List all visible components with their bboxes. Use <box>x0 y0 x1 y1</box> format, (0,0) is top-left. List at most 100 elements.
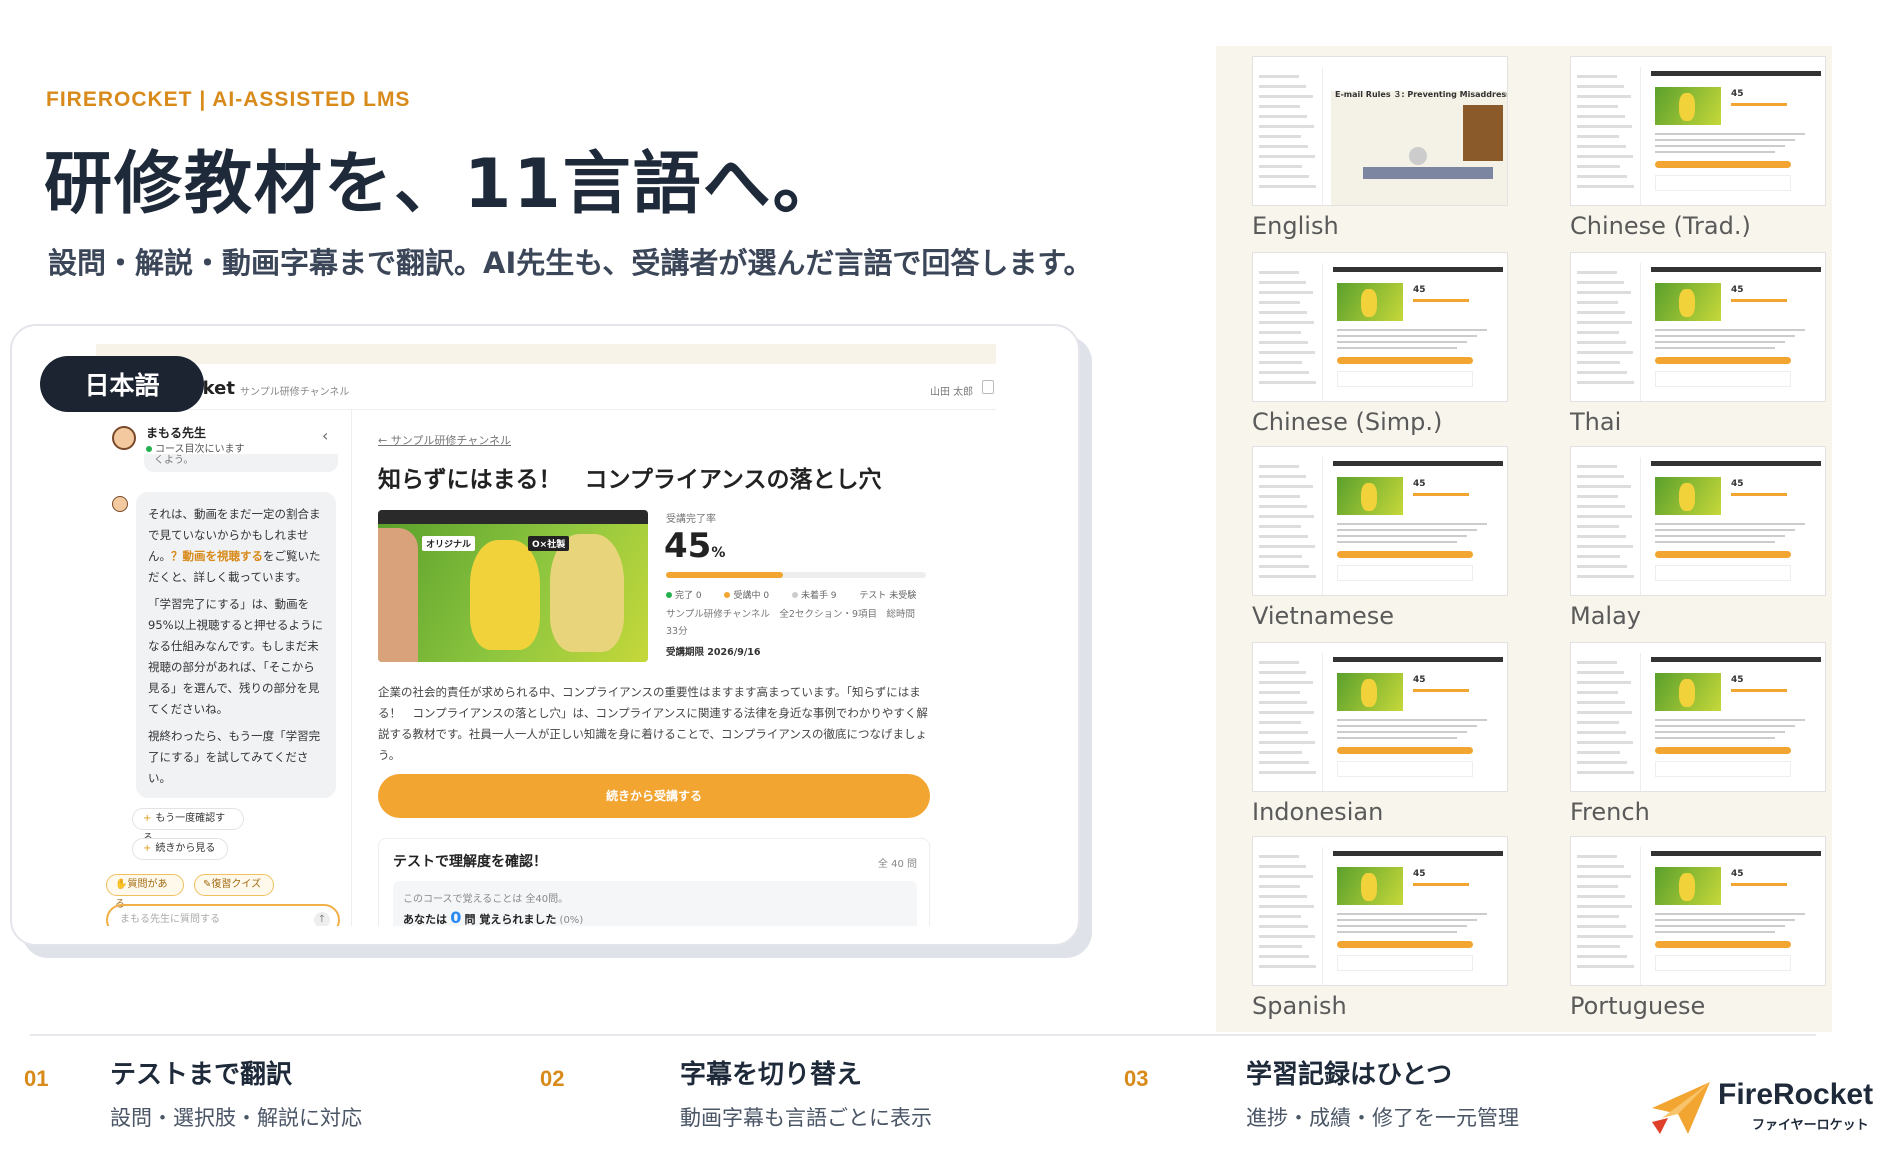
preview-line <box>1259 485 1313 488</box>
watch-video-link[interactable]: ？動画を視聴する <box>171 549 263 563</box>
language-preview[interactable]: 45 <box>1570 446 1826 596</box>
preview-line <box>1259 575 1316 578</box>
preview-progress: 45 <box>1413 285 1426 295</box>
teacher-avatar-small <box>112 496 128 512</box>
course-thumbnail[interactable]: オリジナル O×社製 <box>378 510 648 662</box>
language-preview[interactable]: 45 <box>1252 836 1508 986</box>
preview-line <box>1259 381 1316 384</box>
preview-button <box>1655 551 1791 558</box>
language-preview[interactable]: 45 <box>1570 252 1826 402</box>
preview-line <box>1577 915 1619 918</box>
test-count: 全 40 問 <box>877 859 917 870</box>
test-result: あなたは 0 問 覚えられました (0%) <box>403 909 907 927</box>
preview-line <box>1577 535 1626 538</box>
preview-thumbnail <box>1655 673 1721 711</box>
preview-line <box>1577 291 1631 294</box>
language-preview[interactable]: E-mail Rules ３: Preventing Misaddressed … <box>1252 56 1508 206</box>
preview-line <box>1577 331 1619 334</box>
preview-line <box>1577 555 1620 558</box>
preview-button <box>1337 941 1473 948</box>
firerocket-logo-icon <box>1652 1082 1710 1134</box>
language-preview[interactable]: 45 <box>1252 252 1508 402</box>
preview-text-line <box>1655 541 1775 543</box>
preview-thumbnail <box>1655 867 1721 905</box>
preview-title-line <box>1333 461 1503 466</box>
preview-line <box>1259 175 1309 178</box>
legend-label: 完了 0 <box>675 591 702 601</box>
preview-line <box>1259 331 1301 334</box>
ask-teacher-input[interactable]: まもる先生に質問する ↑ <box>106 904 340 926</box>
preview-line <box>1259 885 1300 888</box>
preview-progress-bar <box>1731 689 1787 692</box>
legend-item: 受講中 0 <box>724 591 779 601</box>
preview-title-line <box>1651 851 1821 856</box>
test-card[interactable]: テストで理解度を確認！ 全 40 問 このコースで覚えることは 全40問。 あな… <box>378 838 930 926</box>
preview-thumbnail <box>1337 673 1403 711</box>
preview-line <box>1259 701 1307 704</box>
preview-button <box>1337 747 1473 754</box>
preview-line <box>1577 485 1631 488</box>
course-title: 知らずにはまる！ コンプライアンスの落とし穴 <box>378 467 882 493</box>
preview-line <box>1577 85 1624 88</box>
feature-subtitle: 動画字幕も言語ごとに表示 <box>680 1106 932 1130</box>
progress-bar-fill <box>666 572 783 578</box>
preview-line <box>1259 351 1315 354</box>
send-icon[interactable]: ↑ <box>314 912 330 926</box>
preview-line <box>1577 945 1620 948</box>
language-preview[interactable]: 45 <box>1570 836 1826 986</box>
language-label: Spanish <box>1252 992 1347 1020</box>
top-strip <box>96 344 996 364</box>
preview-line <box>1259 85 1306 88</box>
language-preview[interactable]: 45 <box>1570 642 1826 792</box>
plus-icon: + <box>143 843 152 854</box>
thumbnail-tag: オリジナル <box>422 536 476 551</box>
preview-text-line <box>1337 913 1487 915</box>
preview-line <box>1577 865 1624 868</box>
preview-text-line <box>1337 737 1457 739</box>
preview-line <box>1259 125 1314 128</box>
menu-icon[interactable] <box>982 380 994 394</box>
language-preview[interactable]: 45 <box>1570 56 1826 206</box>
preview-text-line <box>1337 335 1477 337</box>
question-chip[interactable]: ✋質問がある <box>106 874 184 910</box>
user-name[interactable]: 山田 太郎 <box>930 383 973 398</box>
preview-button <box>1337 357 1473 364</box>
divider <box>30 1034 1816 1036</box>
course-description: 企業の社会的責任が求められる中、コンプライアンスの重要性はますます高まっています… <box>378 685 928 762</box>
preview-progress: 45 <box>1731 675 1744 685</box>
preview-line <box>1259 311 1307 314</box>
preview-line <box>1259 515 1314 518</box>
play-icon <box>1409 147 1427 165</box>
preview-progress: 45 <box>1731 89 1744 99</box>
message-paragraph: 視終わったら、もう一度「学習完了にする」を試してみてください。 <box>148 729 321 785</box>
feature-number: 02 <box>540 1066 565 1091</box>
preview-line <box>1259 555 1302 558</box>
in-progress-dot-icon <box>724 592 731 598</box>
test-result-percent: (0%) <box>559 915 584 926</box>
quiz-chip[interactable]: ✎復習クイズ <box>194 874 274 896</box>
chevron-left-icon[interactable]: ‹ <box>322 426 328 445</box>
message-paragraph: 「学習完了にする」は、動画を95%以上視聴すると押せるようになる仕組みなんです。… <box>148 597 324 716</box>
preview-text-line <box>1337 919 1477 921</box>
continue-button[interactable]: 続きから受講する <box>378 774 930 818</box>
preview-text-line <box>1337 329 1487 331</box>
preview-line <box>1259 711 1314 714</box>
preview-progress: 45 <box>1413 675 1426 685</box>
language-preview[interactable]: 45 <box>1252 642 1508 792</box>
preview-line <box>1577 751 1620 754</box>
preview-line <box>1577 721 1619 724</box>
back-link[interactable]: ← サンプル研修チャンネル <box>378 432 511 448</box>
preview-line <box>1577 701 1625 704</box>
preview-line <box>1577 115 1625 118</box>
preview-text-line <box>1655 139 1795 141</box>
preview-line <box>1259 965 1316 968</box>
quick-reply-button[interactable]: +もう一度確認する <box>132 808 244 844</box>
language-preview[interactable]: 45 <box>1252 446 1508 596</box>
channel-name[interactable]: サンプル研修チャンネル <box>240 383 349 398</box>
plus-icon: + <box>143 813 152 824</box>
feature-number: 01 <box>24 1066 49 1091</box>
quick-reply-button[interactable]: + 続きから見る <box>132 838 228 860</box>
preview-line <box>1577 875 1631 878</box>
preview-sidebar <box>1253 457 1323 595</box>
preview-line <box>1577 301 1618 304</box>
